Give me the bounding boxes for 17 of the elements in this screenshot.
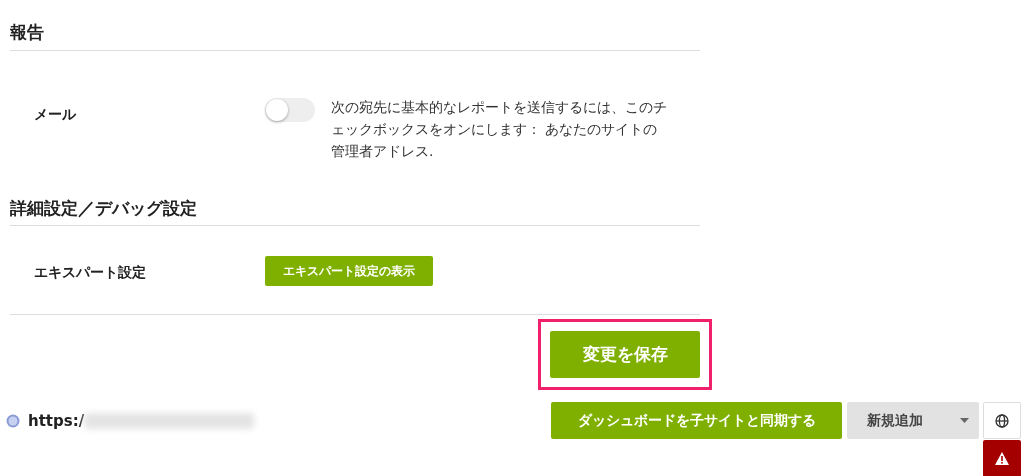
setting-label: メール xyxy=(33,104,77,124)
language-button[interactable] xyxy=(983,402,1021,439)
warning-button[interactable] xyxy=(983,440,1021,476)
save-changes-button[interactable]: 変更を保存 xyxy=(550,331,700,378)
toggle-switch[interactable] xyxy=(265,97,315,122)
globe-icon xyxy=(6,414,20,429)
section-heading: 詳細設定／デバッグ設定 xyxy=(10,195,700,226)
setting-label: エキスパート設定 xyxy=(33,263,147,282)
site-url: https:/ xyxy=(28,411,85,432)
show-expert-settings-button[interactable]: エキスパート設定の表示 xyxy=(265,256,433,286)
add-new-dropdown[interactable]: 新規追加 xyxy=(847,402,979,439)
warning-icon xyxy=(995,452,1009,465)
caret-icon xyxy=(960,418,969,423)
setting-description: 次の宛先に基本的なレポートを送信するには、このチェックボックスをオンにします： あなたのサイトの管理者アドレス. xyxy=(331,97,668,161)
section-heading: 報告 xyxy=(10,20,700,51)
globe-icon xyxy=(995,413,1009,428)
sync-dashboard-button[interactable]: ダッシュボードを子サイトと同期する xyxy=(551,402,842,439)
